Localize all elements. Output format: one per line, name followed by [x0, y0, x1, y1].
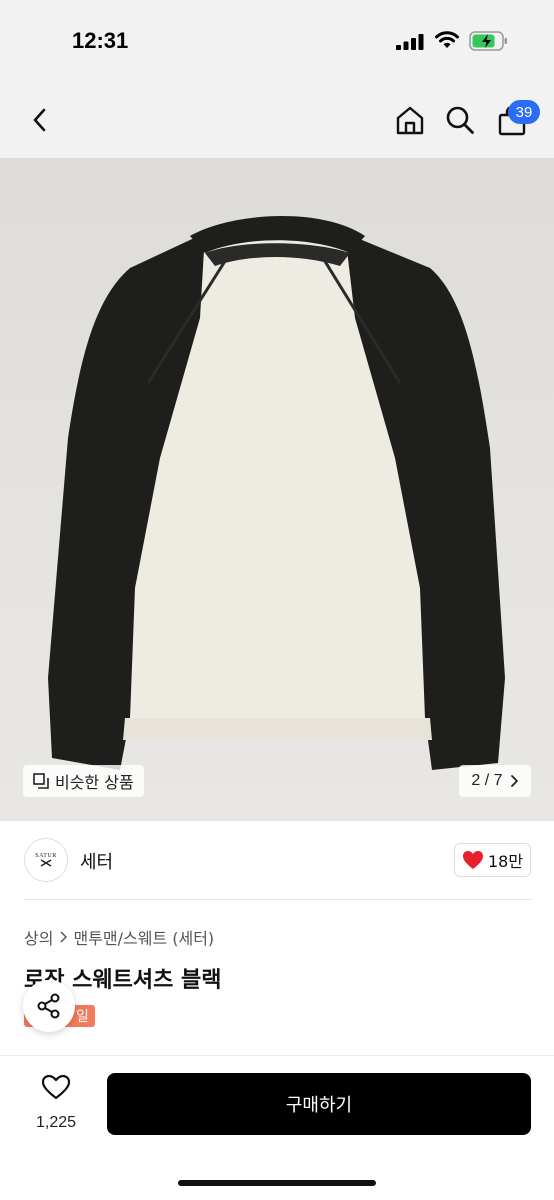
chevron-right-icon	[60, 931, 68, 943]
status-bar: 12:31	[0, 0, 554, 82]
nav-bar	[0, 82, 554, 158]
buy-button[interactable]: 구매하기	[107, 1073, 531, 1135]
cart-count-badge: 39	[508, 100, 540, 124]
search-icon	[446, 106, 474, 134]
share-icon	[37, 993, 60, 1019]
home-button[interactable]	[392, 100, 428, 140]
wifi-icon	[435, 31, 459, 48]
sweatshirt-illustration	[48, 216, 505, 770]
home-indicator	[178, 1180, 376, 1186]
wishlist-button[interactable]: 1,225	[28, 1074, 84, 1132]
status-time: 12:31	[72, 28, 129, 53]
store-name[interactable]: 세터	[80, 848, 113, 874]
page-indicator-text: 2 / 7	[471, 772, 503, 789]
breadcrumb-subcategory[interactable]: 맨투맨/스웨트 (세터)	[73, 925, 214, 949]
store-logo-icon	[40, 859, 52, 867]
battery-icon	[469, 31, 507, 51]
similar-products-label: 비슷한 상품	[55, 773, 134, 792]
similar-products-button[interactable]: 비슷한 상품	[23, 765, 144, 797]
breadcrumb-category[interactable]: 상의	[24, 925, 53, 949]
copy-icon	[33, 773, 49, 789]
share-button[interactable]	[23, 980, 75, 1032]
search-button[interactable]	[442, 100, 478, 140]
divider	[24, 899, 531, 900]
heart-outline-icon	[41, 1074, 71, 1100]
breadcrumb: 상의 맨투맨/스웨트 (세터)	[24, 925, 214, 949]
store-row: SATUR 세터 18만	[0, 822, 554, 900]
store-like-count: 18만	[487, 852, 524, 871]
store-like-button[interactable]: 18만	[454, 843, 531, 877]
back-button[interactable]	[22, 100, 58, 140]
wishlist-count: 1,225	[35, 1114, 77, 1131]
heart-filled-icon	[462, 851, 483, 869]
home-icon	[396, 106, 424, 135]
chevron-right-icon	[510, 775, 518, 787]
signal-icon	[396, 34, 424, 50]
chevron-left-icon	[33, 108, 46, 132]
store-avatar[interactable]: SATUR	[24, 838, 68, 882]
image-page-indicator[interactable]: 2 / 7	[459, 765, 531, 797]
product-image[interactable]	[0, 158, 554, 821]
